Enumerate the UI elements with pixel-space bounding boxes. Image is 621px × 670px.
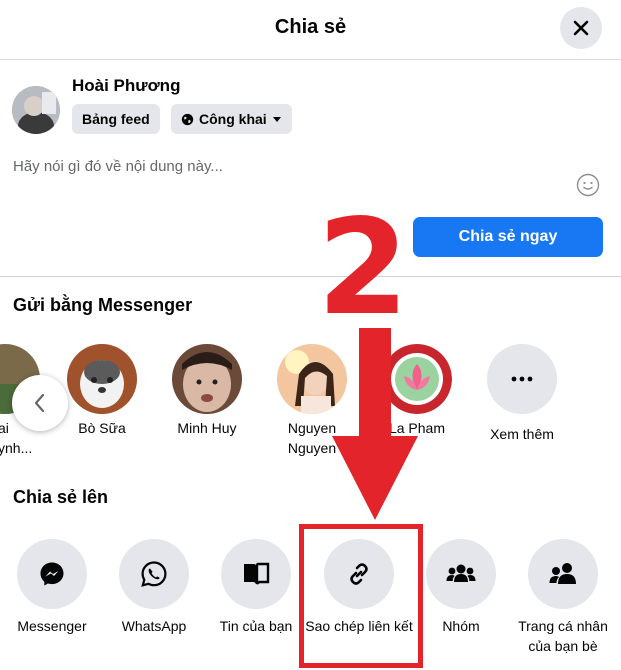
dialog-title: Chia sẻ [274,16,347,38]
messenger-icon [40,562,64,586]
option-circle [17,539,87,609]
contact-avatar [172,344,242,414]
option-label: Nhóm [442,618,480,634]
audience-selector-button[interactable]: Công khai [171,104,292,134]
contact-name: Bò Sữa [78,420,126,436]
contacts-prev-button[interactable] [12,375,68,431]
contact-minh-huy[interactable]: Minh Huy [157,344,257,438]
friends-icon [549,563,576,584]
close-button[interactable] [560,7,602,49]
option-circle [119,539,189,609]
emoji-icon[interactable] [576,173,600,197]
contact-name: Xem thêm [490,426,554,442]
copy-link-highlight-box [299,524,423,668]
audience-chip-label: Công khai [199,111,267,127]
option-circle [221,539,291,609]
contact-name: Minh Huy [177,420,237,436]
option-label: Messenger [17,618,87,634]
see-more-contacts-button[interactable]: Xem thêm [472,344,572,444]
share-option-friend-profile[interactable]: Trang cá nhân của bạn bè [509,539,617,656]
user-avatar[interactable] [12,86,60,134]
whatsapp-icon [141,561,167,587]
feed-selector-button[interactable]: Bảng feed [72,104,160,134]
share-option-group[interactable]: Nhóm [407,539,515,636]
book-icon [244,562,270,585]
globe-icon [181,113,194,125]
more-dots-icon [511,376,533,382]
svg-text:2: 2 [318,205,408,325]
share-option-whatsapp[interactable]: WhatsApp [100,539,208,636]
contact-bo-sua[interactable]: Bò Sữa [52,344,152,438]
option-label: Trang cá nhân của bạn bè [518,618,608,654]
step-number-annotation: 2 [318,205,408,325]
more-circle [487,344,557,414]
share-option-your-story[interactable]: Tin của bạn [202,539,310,636]
chevron-left-icon [34,393,45,413]
group-icon [446,564,476,582]
share-option-messenger[interactable]: Messenger [0,539,106,636]
section-divider [0,276,621,277]
option-label: WhatsApp [121,618,187,634]
messenger-section-title: Gửi bằng Messenger [13,295,193,315]
option-label: Tin của bạn [219,618,293,634]
post-text-input[interactable]: Hãy nói gì đó về nội dung này... [13,158,223,175]
option-circle [426,539,496,609]
red-arrow-annotation [332,328,418,520]
user-name[interactable]: Hoài Phương [72,76,180,96]
feed-chip-label: Bảng feed [82,111,150,127]
share-now-button[interactable]: Chia sẻ ngay [413,217,603,257]
dialog-header: Chia sẻ [0,0,621,60]
contact-avatar [67,344,137,414]
close-icon [573,20,589,36]
option-circle [528,539,598,609]
caret-down-icon [272,117,281,122]
share-to-section-title: Chia sẻ lên [13,487,109,507]
